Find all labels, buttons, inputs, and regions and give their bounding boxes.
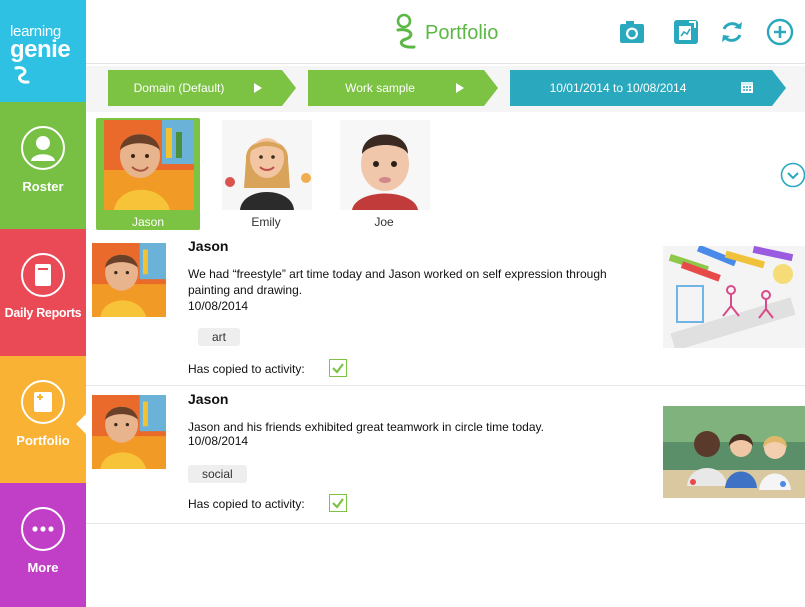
student-card-jason[interactable]: Jason <box>96 118 200 230</box>
student-name: Emily <box>251 215 281 229</box>
student-photo <box>104 120 194 210</box>
copied-to-activity-label: Has copied to activity: <box>188 362 305 376</box>
entry-description: Jason and his friends exhibited great te… <box>188 420 544 434</box>
sidebar: learning genie Roster Daily Reports Port… <box>0 0 86 607</box>
entry-date: 10/08/2014 <box>188 434 249 448</box>
sidebar-item-label: Portfolio <box>16 433 70 448</box>
more-icon <box>21 507 65 551</box>
play-arrow-icon <box>254 83 262 93</box>
domain-filter-label: Domain (Default) <box>133 81 225 95</box>
copied-to-activity-label: Has copied to activity: <box>188 497 305 511</box>
student-name: Joe <box>374 215 394 229</box>
genie-icon <box>396 13 416 49</box>
entry-description: We had “freestyle” art time today and Ja… <box>188 267 607 297</box>
student-card-emily[interactable]: Emily <box>214 118 318 230</box>
chip-arrow-shape <box>772 70 786 106</box>
play-arrow-icon <box>456 83 464 93</box>
copied-checkbox[interactable] <box>329 359 347 377</box>
checkmark-icon <box>332 498 344 509</box>
sidebar-item-roster[interactable]: Roster <box>0 102 86 229</box>
student-name: Jason <box>131 215 165 229</box>
app-logo[interactable]: learning genie <box>0 0 86 102</box>
report-upload-icon[interactable] <box>672 18 700 46</box>
sidebar-item-label: Daily Reports <box>4 306 82 320</box>
entry-student-name: Jason <box>188 391 229 407</box>
student-photo <box>222 120 312 210</box>
student-photo <box>340 120 430 210</box>
add-icon[interactable] <box>766 18 794 46</box>
entry-date: 10/08/2014 <box>188 299 249 313</box>
work-sample-label: Work sample <box>345 81 415 95</box>
active-indicator <box>76 414 86 434</box>
entry-student-name: Jason <box>188 238 229 254</box>
work-sample-filter-button[interactable]: Work sample <box>308 70 498 106</box>
checkmark-icon <box>332 363 344 374</box>
work-sample-photo[interactable] <box>663 246 805 348</box>
genie-swirl-icon <box>14 66 30 84</box>
sidebar-item-daily-reports[interactable]: Daily Reports <box>0 229 86 356</box>
sidebar-item-portfolio[interactable]: Portfolio <box>0 356 86 483</box>
chip-arrow-shape <box>282 70 296 106</box>
domain-tag[interactable]: social <box>188 465 247 483</box>
chevron-down-icon[interactable] <box>780 162 805 188</box>
work-sample-photo[interactable] <box>663 406 805 498</box>
report-icon <box>21 253 65 297</box>
logo-text: learning genie <box>10 24 71 63</box>
portfolio-entry[interactable]: Jason We had “freestyle” art time today … <box>86 230 805 386</box>
sidebar-item-label: Roster <box>22 179 64 194</box>
sync-icon[interactable] <box>718 18 746 46</box>
top-bar: Portfolio <box>86 0 805 64</box>
logo-line-2: genie <box>10 36 71 63</box>
camera-icon[interactable] <box>618 18 646 46</box>
domain-filter-button[interactable]: Domain (Default) <box>108 70 296 106</box>
portfolio-entry[interactable]: Jason Jason and his friends exhibited gr… <box>86 386 805 524</box>
chip-arrow-shape <box>484 70 498 106</box>
person-icon <box>21 126 65 170</box>
portfolio-icon <box>21 380 65 424</box>
page-title-text: Portfolio <box>425 22 499 44</box>
avatar <box>92 243 166 317</box>
filter-bar: Domain (Default) Work sample 10/01/2014 … <box>86 66 805 112</box>
date-range-label: 10/01/2014 to 10/08/2014 <box>549 81 687 95</box>
sidebar-item-label: More <box>27 560 59 575</box>
copied-checkbox[interactable] <box>329 494 347 512</box>
student-card-joe[interactable]: Joe <box>332 118 436 230</box>
sidebar-item-more[interactable]: More <box>0 483 86 607</box>
domain-tag[interactable]: art <box>198 328 241 346</box>
calendar-icon <box>741 82 753 93</box>
date-range-button[interactable]: 10/01/2014 to 10/08/2014 <box>510 70 786 106</box>
avatar <box>92 395 166 469</box>
